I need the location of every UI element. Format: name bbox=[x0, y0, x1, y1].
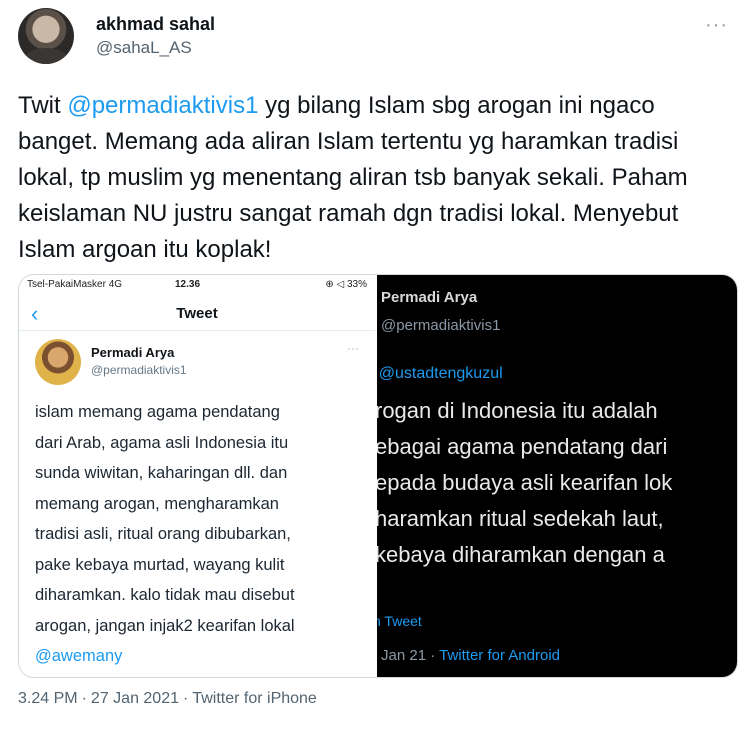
quoted-line: dari Arab, agama asli Indonesia itu bbox=[35, 433, 289, 452]
quoted-handle: @permadiaktivis1 bbox=[91, 363, 187, 377]
quoted-line: arogan, jangan injak2 kearifan lokal bbox=[35, 616, 295, 635]
dark-line: epada budaya asli kearifan lok bbox=[377, 470, 673, 495]
dark-line: rogan di Indonesia itu adalah bbox=[377, 398, 658, 423]
dark-handle: @permadiaktivis1 bbox=[381, 317, 501, 334]
battery-indicator: ⊕ ◁ 33% bbox=[325, 279, 367, 290]
tweet-date[interactable]: 27 Jan 2021 bbox=[91, 690, 179, 707]
more-horizontal-icon: ··· bbox=[347, 341, 359, 355]
tweet-nav-bar: ‹ Tweet bbox=[19, 297, 375, 331]
avatar-figure bbox=[24, 48, 68, 64]
dark-line: kebaya diharamkan dengan a bbox=[377, 542, 665, 567]
tweet-meta: 3.24 PM · 27 Jan 2021 · Twitter for iPhone bbox=[18, 690, 317, 708]
dark-tweet-label: n Tweet bbox=[377, 613, 422, 629]
dark-text: rogan di Indonesia itu adalah ebagai aga… bbox=[377, 393, 737, 573]
quoted-line: pake kebaya murtad, wayang kulit bbox=[35, 555, 285, 574]
right-screenshot: Permadi Arya @permadiaktivis1 · @ustadte… bbox=[377, 275, 737, 677]
more-horizontal-icon[interactable]: ··· bbox=[705, 14, 728, 37]
carrier-label: Tsel-PakaiMasker 4G bbox=[27, 279, 123, 290]
separator: · bbox=[183, 690, 189, 707]
quoted-name: Permadi Arya bbox=[91, 345, 175, 360]
left-screenshot: Tsel-PakaiMasker 4G 12.36 ⊕ ◁ 33% ‹ Twee… bbox=[19, 275, 375, 677]
quoted-line: sunda wiwitan, kaharingan dll. dan bbox=[35, 464, 288, 482]
tweet-prefix: Twit bbox=[18, 92, 68, 119]
dark-reply-to: · @ustadtengkuzul bbox=[377, 365, 503, 382]
status-time: 12.36 bbox=[175, 279, 201, 290]
mention-link[interactable]: @permadiaktivis1 bbox=[67, 92, 258, 119]
separator: · bbox=[81, 690, 87, 707]
tweet-time[interactable]: 3.24 PM bbox=[18, 690, 78, 707]
quoted-text: islam memang agama pendatang dari Arab, … bbox=[35, 397, 365, 672]
tweet-source[interactable]: Twitter for iPhone bbox=[192, 690, 317, 707]
author-name[interactable]: akhmad sahal bbox=[96, 14, 215, 35]
dark-line: haramkan ritual sedekah laut, bbox=[377, 506, 664, 531]
quoted-line: islam memang agama pendatang bbox=[35, 403, 280, 421]
dark-date: Jan 21 · bbox=[381, 647, 440, 664]
nav-title: Tweet bbox=[176, 305, 218, 322]
dark-name: Permadi Arya bbox=[381, 289, 478, 306]
author-handle[interactable]: @sahaL_AS bbox=[96, 38, 192, 58]
dark-line: ebagai agama pendatang dari bbox=[377, 434, 668, 459]
author-avatar[interactable] bbox=[18, 8, 74, 64]
phone-status-bar: Tsel-PakaiMasker 4G 12.36 ⊕ ◁ 33% bbox=[19, 275, 375, 295]
quoted-line: diharamkan. kalo tidak mau disebut bbox=[35, 586, 295, 604]
quoted-mention: @awemany bbox=[35, 647, 123, 665]
attached-image[interactable]: Tsel-PakaiMasker 4G 12.36 ⊕ ◁ 33% ‹ Twee… bbox=[18, 274, 738, 678]
dark-source: Twitter for Android bbox=[439, 647, 560, 664]
quoted-line: memang arogan, mengharamkan bbox=[35, 494, 279, 513]
tweet-text: Twit @permadiaktivis1 yg bilang Islam sb… bbox=[18, 88, 732, 268]
quoted-avatar bbox=[35, 339, 81, 385]
quoted-line: tradisi asli, ritual orang dibubarkan, bbox=[35, 525, 291, 543]
dark-meta: Jan 21 · Twitter for Android bbox=[381, 647, 560, 664]
